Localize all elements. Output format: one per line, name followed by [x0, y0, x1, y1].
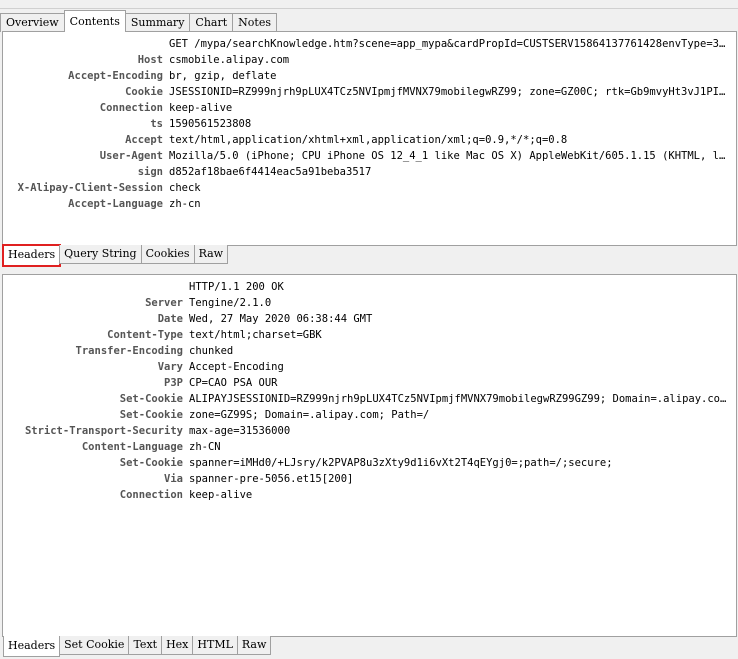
header-key: Cookie	[125, 86, 163, 98]
request-headers-panel[interactable]: GET /mypa/searchKnowledge.htm?scene=app_…	[2, 31, 737, 246]
tab-chart[interactable]: Chart	[189, 13, 234, 32]
header-row: Vary Accept-Encoding	[3, 359, 736, 375]
header-key: User-Agent	[99, 150, 163, 162]
request-subtab-headers[interactable]: Headers	[1, 244, 62, 267]
header-value: JSESSIONID=RZ999njrh9pLUX4TCz5NVIpmjfMVN…	[169, 86, 736, 98]
header-value: check	[169, 182, 201, 194]
header-key: Content-Type	[107, 329, 183, 341]
header-row: Set-Cookie zone=GZ99S; Domain=.alipay.com…	[3, 407, 736, 423]
header-value: HTTP/1.1 200 OK	[189, 281, 284, 293]
header-key: Content-Language	[81, 441, 183, 453]
response-header-list: HTTP/1.1 200 OK Server Tengine/2.1.0 Date…	[3, 275, 736, 503]
header-row: Set-Cookie spanner=iMHd0/+LJsry/k2PVAP8u3…	[3, 455, 736, 471]
header-key: ts	[150, 118, 163, 130]
header-row: Connection keep-alive	[3, 100, 736, 116]
header-key: Transfer-Encoding	[75, 345, 183, 357]
header-value: 1590561523808	[169, 118, 252, 130]
header-row: sign d852af18bae6f4414eac5a91beba3517	[3, 164, 736, 180]
header-value: text/html,application/xhtml+xml,applicat…	[169, 134, 568, 146]
response-headers-panel[interactable]: HTTP/1.1 200 OK Server Tengine/2.1.0 Date…	[2, 274, 737, 637]
header-value: Wed, 27 May 2020 06:38:44 GMT	[189, 313, 373, 325]
header-key: Server	[145, 297, 183, 309]
header-row: Host csmobile.alipay.com	[3, 52, 736, 68]
header-row: ts 1590561523808	[3, 116, 736, 132]
header-key: Accept	[125, 134, 163, 146]
response-subtab-strip: Headers Set Cookie Text Hex HTML Raw	[3, 636, 272, 658]
header-key: Date	[157, 313, 183, 325]
header-row: Set-Cookie ALIPAYJSESSIONID=RZ999njrh9pLU…	[3, 391, 736, 407]
header-key	[3, 36, 169, 52]
header-key: Set-Cookie	[119, 409, 183, 421]
header-row: Server Tengine/2.1.0	[3, 295, 736, 311]
header-row: X-Alipay-Client-Session check	[3, 180, 736, 196]
header-row: Strict-Transport-Security max-age=3153600…	[3, 423, 736, 439]
header-key: P3P	[164, 377, 183, 389]
response-subtab-headers[interactable]: Headers	[3, 636, 61, 657]
response-subtab-text[interactable]: Text	[128, 636, 163, 655]
header-value: max-age=31536000	[189, 425, 291, 437]
response-subtab-set-cookie[interactable]: Set Cookie	[59, 636, 130, 655]
response-subtab-raw[interactable]: Raw	[236, 636, 272, 655]
request-header-list: GET /mypa/searchKnowledge.htm?scene=app_…	[3, 32, 736, 212]
header-key: Accept-Language	[68, 198, 163, 210]
header-row: Connection keep-alive	[3, 487, 736, 503]
header-key: Set-Cookie	[119, 393, 183, 405]
header-key: sign	[137, 166, 163, 178]
header-row: Via spanner-pre-5056.et15[200]	[3, 471, 736, 487]
status-line-row: HTTP/1.1 200 OK	[3, 279, 736, 295]
response-subtab-html[interactable]: HTML	[192, 636, 238, 655]
header-value: br, gzip, deflate	[169, 70, 277, 82]
header-key: Accept-Encoding	[68, 70, 163, 82]
request-subtab-cookies[interactable]: Cookies	[140, 245, 195, 264]
header-value: spanner-pre-5056.et15[200]	[189, 473, 354, 485]
header-key: Host	[137, 54, 163, 66]
header-value: d852af18bae6f4414eac5a91beba3517	[169, 166, 372, 178]
header-value: zone=GZ99S; Domain=.alipay.com; Path=/	[189, 409, 430, 421]
header-value: text/html;charset=GBK	[189, 329, 322, 341]
header-value: zh-CN	[189, 441, 221, 453]
tab-notes[interactable]: Notes	[232, 13, 277, 32]
header-value: csmobile.alipay.com	[169, 54, 290, 66]
header-row: Accept text/html,application/xhtml+xml,ap…	[3, 132, 736, 148]
header-value: zh-cn	[169, 198, 201, 210]
request-line-row: GET /mypa/searchKnowledge.htm?scene=app_…	[3, 36, 736, 52]
header-row: User-Agent Mozilla/5.0 (iPhone; CPU iPhon…	[3, 148, 736, 164]
tab-contents[interactable]: Contents	[63, 10, 126, 32]
header-value: keep-alive	[169, 102, 233, 114]
header-row: P3P CP=CAO PSA OUR	[3, 375, 736, 391]
request-subtab-query-string[interactable]: Query String	[59, 245, 142, 264]
main-tab-strip: Overview Contents Summary Chart Notes	[0, 10, 277, 32]
header-value: Tengine/2.1.0	[189, 297, 272, 309]
header-row: Content-Language zh-CN	[3, 439, 736, 455]
header-row: Transfer-Encoding chunked	[3, 343, 736, 359]
response-subtab-hex[interactable]: Hex	[161, 636, 194, 655]
header-value: spanner=iMHd0/+LJsry/k2PVAP8u3zXty9d1i6v…	[189, 457, 613, 469]
tab-summary[interactable]: Summary	[124, 13, 191, 32]
header-key: Via	[164, 473, 183, 485]
header-value: ALIPAYJSESSIONID=RZ999njrh9pLUX4TCz5NVIp…	[189, 393, 736, 405]
header-key: X-Alipay-Client-Session	[17, 182, 163, 194]
header-key	[3, 279, 189, 295]
request-subtab-strip: Headers Query String Cookies Raw	[1, 244, 229, 267]
header-row: Date Wed, 27 May 2020 06:38:44 GMT	[3, 311, 736, 327]
header-value: chunked	[189, 345, 234, 357]
header-value: Mozilla/5.0 (iPhone; CPU iPhone OS 12_4_…	[169, 150, 736, 162]
header-key: Connection	[119, 489, 183, 501]
request-subtab-raw[interactable]: Raw	[193, 245, 229, 264]
header-value: keep-alive	[189, 489, 253, 501]
header-key: Strict-Transport-Security	[24, 425, 183, 437]
header-row: Accept-Encoding br, gzip, deflate	[3, 68, 736, 84]
header-value: GET /mypa/searchKnowledge.htm?scene=app_…	[169, 38, 736, 50]
header-key: Connection	[99, 102, 163, 114]
header-key: Vary	[157, 361, 183, 373]
window-top-strip	[0, 0, 738, 9]
header-row: Accept-Language zh-cn	[3, 196, 736, 212]
header-value: CP=CAO PSA OUR	[189, 377, 278, 389]
header-row: Content-Type text/html;charset=GBK	[3, 327, 736, 343]
header-key: Set-Cookie	[119, 457, 183, 469]
header-row: Cookie JSESSIONID=RZ999njrh9pLUX4TCz5NVIp…	[3, 84, 736, 100]
header-value: Accept-Encoding	[189, 361, 284, 373]
tab-overview[interactable]: Overview	[0, 13, 65, 32]
